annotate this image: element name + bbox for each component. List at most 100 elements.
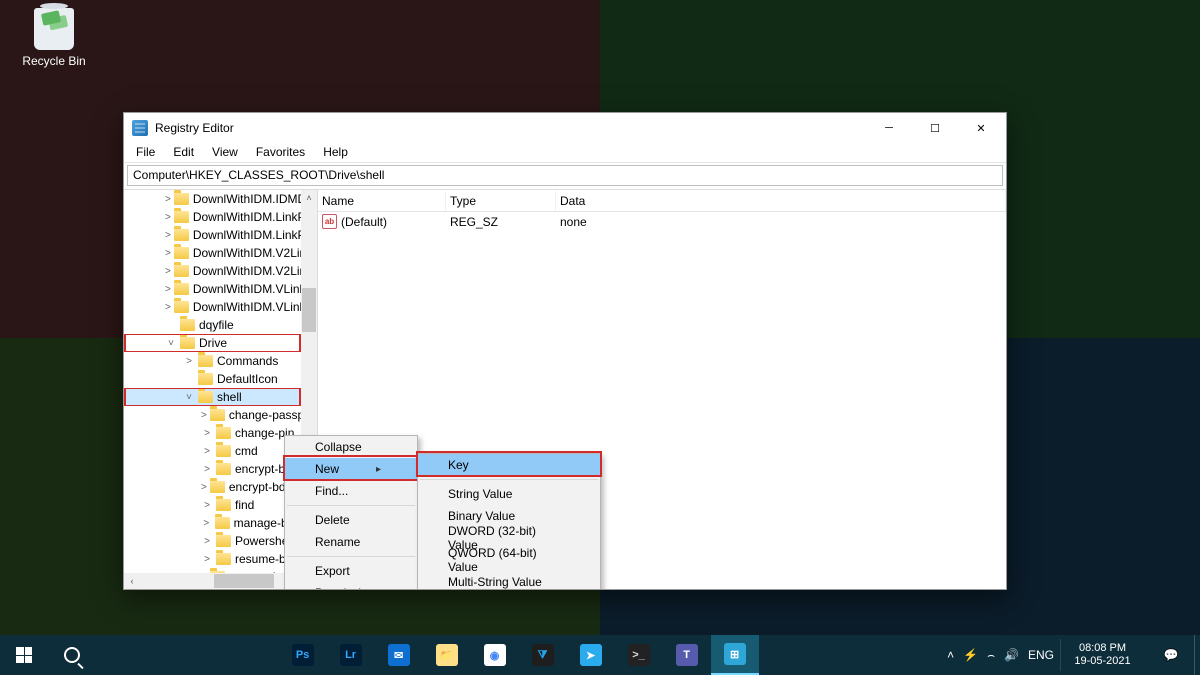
col-data-header[interactable]: Data bbox=[556, 191, 1006, 211]
show-desktop-button[interactable] bbox=[1194, 635, 1200, 675]
col-type-header[interactable]: Type bbox=[446, 191, 556, 211]
menu-item-collapse[interactable]: Collapse bbox=[285, 436, 417, 458]
col-name-header[interactable]: Name bbox=[318, 191, 446, 211]
maximize-button[interactable]: ☐ bbox=[912, 113, 958, 143]
tree-item[interactable]: >Powershell bbox=[124, 532, 301, 550]
tree-item-label: dqyfile bbox=[199, 318, 234, 332]
menu-item-find[interactable]: Find... bbox=[285, 480, 417, 502]
taskbar-app-registry-editor[interactable]: ⊞ bbox=[711, 635, 759, 675]
tree-item[interactable]: > DownlWithIDM.IDMDwnlM bbox=[124, 190, 301, 208]
scroll-up-button[interactable]: ˄ bbox=[301, 190, 317, 206]
tree-item[interactable]: > change-passphrase bbox=[124, 406, 301, 424]
context-menu: Collapse New▸ Find... Delete Rename Expo… bbox=[284, 435, 418, 589]
recycle-bin-icon[interactable]: Recycle Bin bbox=[18, 8, 90, 68]
tree-item-label: DownlWithIDM.IDMDwnlM bbox=[193, 192, 301, 206]
value-row[interactable]: ab (Default) REG_SZ none bbox=[318, 212, 1006, 231]
folder-icon bbox=[198, 391, 213, 403]
volume-icon[interactable]: 🔊 bbox=[1004, 648, 1019, 662]
expand-closed-icon[interactable]: > bbox=[201, 535, 213, 547]
expand-open-icon[interactable]: ˅ bbox=[183, 391, 195, 403]
expand-open-icon[interactable]: ˅ bbox=[165, 337, 177, 349]
taskbar-app-lightroom[interactable]: Lr bbox=[327, 635, 375, 675]
tree-item[interactable]: >manage-bde bbox=[124, 514, 301, 532]
tree-item[interactable]: >resume-bde bbox=[124, 550, 301, 568]
expand-closed-icon[interactable]: > bbox=[201, 427, 213, 439]
expand-closed-icon[interactable]: > bbox=[165, 247, 171, 259]
menu-favorites[interactable]: Favorites bbox=[248, 144, 313, 160]
expand-closed-icon[interactable]: > bbox=[165, 229, 171, 241]
taskbar-app-terminal[interactable]: >_ bbox=[615, 635, 663, 675]
menu-item-qword-value[interactable]: QWORD (64-bit) Value bbox=[418, 549, 600, 571]
tree-item[interactable]: >encrypt-bde bbox=[124, 460, 301, 478]
tree-item[interactable]: >DownlWithIDM.V2LinkProcessor bbox=[124, 262, 301, 280]
scroll-track[interactable] bbox=[140, 573, 285, 589]
expand-closed-icon[interactable]: > bbox=[165, 301, 171, 313]
taskbar-clock[interactable]: 08:08 PM 19-05-2021 bbox=[1060, 639, 1148, 671]
taskbar-app-teams[interactable]: T bbox=[663, 635, 711, 675]
scroll-thumb[interactable] bbox=[214, 574, 274, 588]
expand-closed-icon[interactable]: > bbox=[201, 499, 213, 511]
menu-item-string-value[interactable]: String Value bbox=[418, 483, 600, 505]
taskbar-app-photoshop[interactable]: Ps bbox=[279, 635, 327, 675]
tree-item[interactable]: >encrypt-bde-elev bbox=[124, 478, 301, 496]
scroll-thumb[interactable] bbox=[302, 288, 316, 332]
tree-horizontal-scrollbar[interactable]: ‹ › bbox=[124, 573, 301, 589]
tree-item[interactable]: dqyfile bbox=[124, 316, 301, 334]
taskbar-app-explorer[interactable]: 📁 bbox=[423, 635, 471, 675]
taskbar-app-telegram[interactable]: ➤ bbox=[567, 635, 615, 675]
tree-item-label: change-passphrase bbox=[229, 408, 301, 422]
expand-closed-icon[interactable]: > bbox=[201, 553, 213, 565]
expand-closed-icon[interactable]: > bbox=[201, 463, 213, 475]
menu-item-delete[interactable]: Delete bbox=[285, 509, 417, 531]
expand-closed-icon[interactable]: > bbox=[201, 409, 207, 421]
tree-item[interactable]: ˅shell bbox=[124, 388, 301, 406]
taskbar-apps: PsLr✉📁◉⧩➤>_T⊞ bbox=[279, 635, 759, 675]
tree-item[interactable]: ˅Drive bbox=[124, 334, 301, 352]
tree-item[interactable]: DefaultIcon bbox=[124, 370, 301, 388]
expand-closed-icon[interactable]: > bbox=[183, 355, 195, 367]
tree-item[interactable]: >DownlWithIDM.LinkProcessor bbox=[124, 208, 301, 226]
list-header[interactable]: Name Type Data bbox=[318, 190, 1006, 212]
tree-item[interactable]: >DownlWithIDM.VLinkProcessor bbox=[124, 280, 301, 298]
tree-item[interactable]: >find bbox=[124, 496, 301, 514]
language-indicator[interactable]: ENG bbox=[1028, 648, 1054, 662]
expand-closed-icon[interactable]: > bbox=[165, 211, 171, 223]
expand-closed-icon[interactable]: > bbox=[201, 517, 212, 529]
search-button[interactable] bbox=[48, 635, 96, 675]
system-tray[interactable]: ˄ ⚡ ⌢ 🔊 ENG bbox=[941, 648, 1060, 663]
menu-file[interactable]: File bbox=[128, 144, 163, 160]
tree-item[interactable]: >change-pin bbox=[124, 424, 301, 442]
expand-closed-icon[interactable]: > bbox=[165, 265, 171, 277]
taskbar-app-mail[interactable]: ✉ bbox=[375, 635, 423, 675]
menu-item-export[interactable]: Export bbox=[285, 560, 417, 582]
menu-view[interactable]: View bbox=[204, 144, 246, 160]
taskbar-app-chrome[interactable]: ◉ bbox=[471, 635, 519, 675]
close-button[interactable]: ✕ bbox=[958, 113, 1004, 143]
menu-help[interactable]: Help bbox=[315, 144, 356, 160]
expand-closed-icon[interactable]: > bbox=[201, 445, 213, 457]
menu-edit[interactable]: Edit bbox=[165, 144, 202, 160]
action-center-button[interactable]: 💬 bbox=[1148, 635, 1194, 675]
start-button[interactable] bbox=[0, 635, 48, 675]
expand-closed-icon[interactable]: > bbox=[201, 481, 207, 493]
scroll-left-button[interactable]: ‹ bbox=[124, 573, 140, 589]
wifi-icon[interactable]: ⌢ bbox=[987, 648, 995, 663]
minimize-button[interactable]: ─ bbox=[866, 113, 912, 143]
tree-item[interactable]: >DownlWithIDM.VLinkProcessor bbox=[124, 298, 301, 316]
menu-item-permissions[interactable]: Permissions... bbox=[285, 582, 417, 589]
tray-chevron-icon[interactable]: ˄ bbox=[947, 648, 954, 662]
expand-closed-icon[interactable]: > bbox=[165, 283, 171, 295]
address-bar[interactable]: Computer\HKEY_CLASSES_ROOT\Drive\shell bbox=[127, 165, 1003, 186]
battery-icon[interactable]: ⚡ bbox=[963, 648, 978, 662]
taskbar-app-vscode[interactable]: ⧩ bbox=[519, 635, 567, 675]
menu-item-rename[interactable]: Rename bbox=[285, 531, 417, 553]
tree-item[interactable]: >cmd bbox=[124, 442, 301, 460]
expand-closed-icon[interactable]: > bbox=[165, 193, 171, 205]
tree-item[interactable]: >DownlWithIDM.LinkProcessor bbox=[124, 226, 301, 244]
tree-content[interactable]: > DownlWithIDM.IDMDwnlM >DownlWithIDM.Link… bbox=[124, 190, 301, 573]
titlebar[interactable]: Registry Editor ─ ☐ ✕ bbox=[124, 113, 1006, 143]
tree-item[interactable]: >Commands bbox=[124, 352, 301, 370]
tree-item[interactable]: >DownlWithIDM.V2LinkProcessor bbox=[124, 244, 301, 262]
menu-item-key[interactable]: Key bbox=[418, 454, 600, 476]
menu-item-new[interactable]: New▸ bbox=[285, 458, 417, 480]
